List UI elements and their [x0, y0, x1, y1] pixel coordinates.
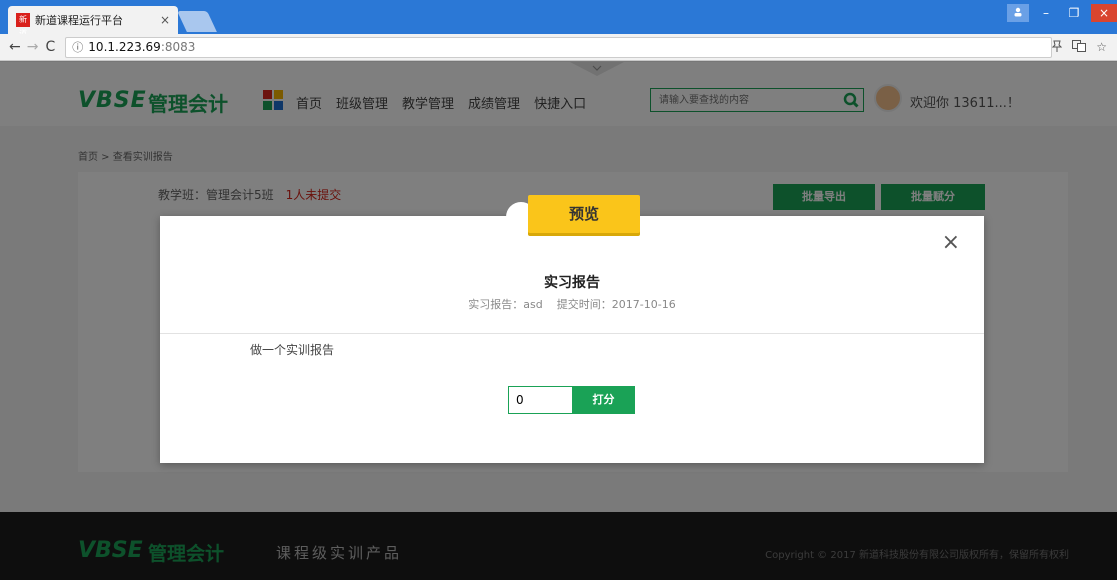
- info-icon[interactable]: ⓘ: [72, 39, 83, 55]
- user-profile-icon[interactable]: [1007, 4, 1029, 22]
- tab-title: 新道课程运行平台: [35, 14, 123, 27]
- url-host: 10.1.223.69: [88, 40, 161, 54]
- report-name: 实习报告：asd: [468, 298, 543, 311]
- browser-tabstrip: 新道 新道课程运行平台 × – ❐ ×: [0, 0, 1117, 38]
- restore-button[interactable]: ❐: [1063, 4, 1085, 22]
- modal-close-button[interactable]: ×: [942, 232, 960, 254]
- report-title: 实习报告: [544, 275, 600, 291]
- translate-icon[interactable]: [1072, 39, 1087, 55]
- new-tab-button[interactable]: [177, 11, 217, 32]
- report-content: 做一个实训报告: [250, 343, 335, 357]
- url-port: :8083: [160, 40, 196, 54]
- report-preview-modal: × 实习报告 实习报告：asd 提交时间：2017-10-16 做一个实训报告 打…: [160, 216, 984, 463]
- score-input[interactable]: [508, 386, 572, 414]
- browser-tab[interactable]: 新道 新道课程运行平台 ×: [8, 6, 178, 38]
- address-bar[interactable]: ⓘ 10.1.223.69:8083: [65, 36, 1053, 58]
- report-meta: 实习报告：asd 提交时间：2017-10-16: [160, 296, 984, 312]
- score-button[interactable]: 打分: [572, 386, 635, 414]
- tab-close-icon[interactable]: ×: [160, 13, 170, 27]
- preview-tag: 预览: [528, 195, 640, 233]
- window-controls: – ❐ ×: [1007, 4, 1117, 22]
- pin-icon[interactable]: [1052, 40, 1063, 55]
- reload-button[interactable]: C: [42, 39, 60, 55]
- site-favicon-icon: 新道: [16, 13, 30, 38]
- divider: [160, 333, 984, 334]
- submit-time: 提交时间：2017-10-16: [556, 298, 676, 311]
- forward-button[interactable]: →: [24, 39, 42, 55]
- toolbar-icons: ☆: [1052, 39, 1111, 55]
- minimize-button[interactable]: –: [1035, 4, 1057, 22]
- bookmark-star-icon[interactable]: ☆: [1096, 40, 1107, 55]
- back-button[interactable]: ←: [6, 39, 24, 55]
- window-close-button[interactable]: ×: [1091, 4, 1117, 22]
- browser-toolbar: ← → C ⓘ 10.1.223.69:8083 ☆: [0, 34, 1117, 61]
